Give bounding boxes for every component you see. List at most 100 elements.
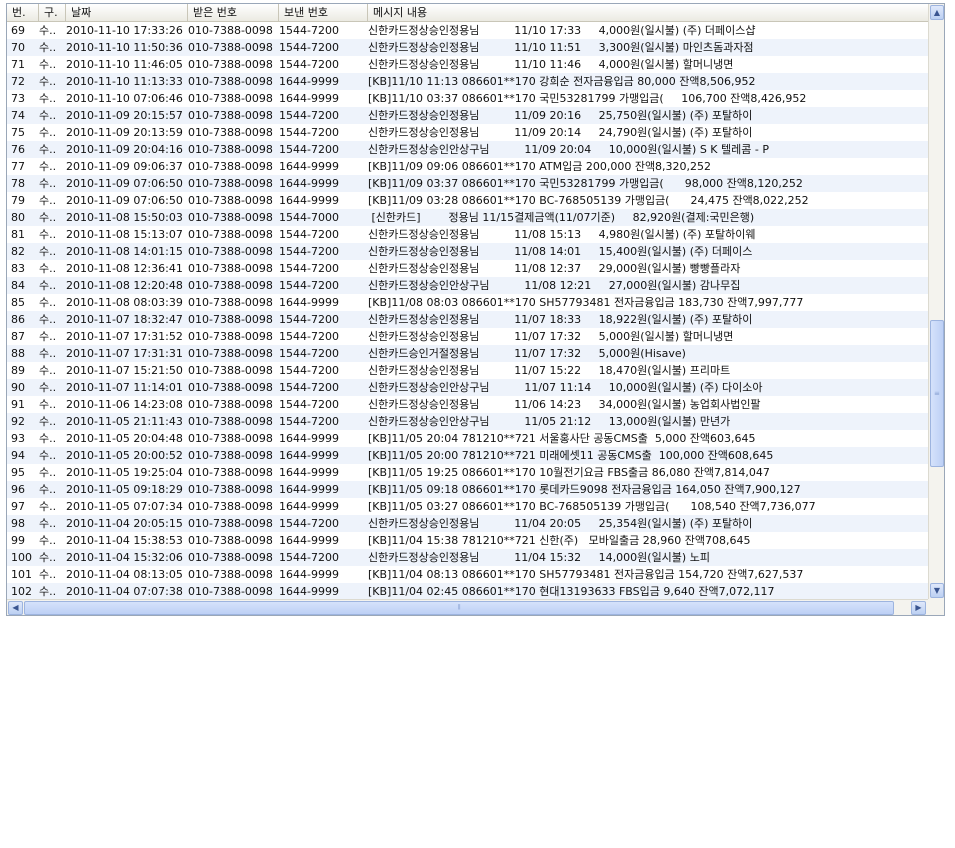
row-received-number: 010-7388-0098: [188, 585, 273, 598]
table-row[interactable]: 97 수.. 2010-11-05 07:07:34 010-7388-0098 164…: [7, 498, 928, 515]
row-date: 2010-11-04 08:13:05: [66, 568, 183, 581]
row-number: 73: [11, 92, 25, 105]
table-row[interactable]: 76 수.. 2010-11-09 20:04:16 010-7388-0098 154…: [7, 141, 928, 158]
table-row[interactable]: 93 수.. 2010-11-05 20:04:48 010-7388-0098 164…: [7, 430, 928, 447]
row-date: 2010-11-07 11:14:01: [66, 381, 183, 394]
scroll-right-button[interactable]: ▶: [911, 601, 926, 615]
column-header-number[interactable]: 번.: [7, 4, 39, 21]
horizontal-scrollbar[interactable]: ◀ ⦀ ▶: [7, 599, 928, 615]
table-row[interactable]: 80 수.. 2010-11-08 15:50:03 010-7388-0098 154…: [7, 209, 928, 226]
row-received-number: 010-7388-0098: [188, 347, 273, 360]
row-sender-number: 1644-9999: [279, 568, 339, 581]
row-sender-number: 1544-7200: [279, 41, 339, 54]
row-received-number: 010-7388-0098: [188, 534, 273, 547]
row-number: 81: [11, 228, 25, 241]
vertical-scrollbar[interactable]: ▲ ≡ ▼: [928, 4, 944, 599]
table-row[interactable]: 70 수.. 2010-11-10 11:50:36 010-7388-0098 154…: [7, 39, 928, 56]
table-row[interactable]: 96 수.. 2010-11-05 09:18:29 010-7388-0098 164…: [7, 481, 928, 498]
scroll-down-button[interactable]: ▼: [930, 583, 944, 598]
triangle-left-icon: ◀: [12, 603, 19, 612]
column-header-received-number[interactable]: 받은 번호: [188, 4, 279, 21]
scroll-up-button[interactable]: ▲: [930, 5, 944, 20]
table-row[interactable]: 78 수.. 2010-11-09 07:06:50 010-7388-0098 164…: [7, 175, 928, 192]
column-header-message[interactable]: 메시지 내용: [368, 4, 928, 21]
vertical-scroll-thumb[interactable]: ≡: [930, 320, 944, 467]
table-row[interactable]: 98 수.. 2010-11-04 20:05:15 010-7388-0098 154…: [7, 515, 928, 532]
row-received-number: 010-7388-0098: [188, 75, 273, 88]
table-row[interactable]: 100 수.. 2010-11-04 15:32:06 010-7388-0098 15…: [7, 549, 928, 566]
row-message: [KB]11/10 11:13 086601**170 강희순 전자금융입금 8…: [368, 75, 756, 88]
row-sender-number: 1544-7200: [279, 245, 339, 258]
row-number: 102: [11, 585, 32, 598]
table-row[interactable]: 101 수.. 2010-11-04 08:13:05 010-7388-0098 16…: [7, 566, 928, 583]
row-sender-number: 1644-9999: [279, 194, 339, 207]
row-date: 2010-11-09 07:06:50: [66, 194, 183, 207]
table-row[interactable]: 92 수.. 2010-11-05 21:11:43 010-7388-0098 154…: [7, 413, 928, 430]
row-type: 수..: [39, 194, 57, 207]
row-sender-number: 1544-7200: [279, 347, 339, 360]
column-header-type[interactable]: 구.: [39, 4, 66, 21]
row-type: 수..: [39, 126, 57, 139]
row-received-number: 010-7388-0098: [188, 228, 273, 241]
row-number: 86: [11, 313, 25, 326]
column-header-date[interactable]: 날짜: [66, 4, 188, 21]
table-row[interactable]: 84 수.. 2010-11-08 12:20:48 010-7388-0098 154…: [7, 277, 928, 294]
message-list-view[interactable]: 번. 구. 날짜 받은 번호 보낸 번호 메시지 내용 69 수.. 2010-11…: [6, 3, 945, 616]
table-row[interactable]: 73 수.. 2010-11-10 07:06:46 010-7388-0098 164…: [7, 90, 928, 107]
table-row[interactable]: 86 수.. 2010-11-07 18:32:47 010-7388-0098 154…: [7, 311, 928, 328]
row-type: 수..: [39, 432, 57, 445]
row-date: 2010-11-05 20:00:52: [66, 449, 183, 462]
row-received-number: 010-7388-0098: [188, 466, 273, 479]
row-type: 수..: [39, 92, 57, 105]
row-sender-number: 1544-7200: [279, 415, 339, 428]
table-row[interactable]: 88 수.. 2010-11-07 17:31:31 010-7388-0098 154…: [7, 345, 928, 362]
row-message: 신한카드정상승인정용님 11/09 20:16 25,750원(일시불) (주)…: [368, 109, 753, 122]
row-number: 90: [11, 381, 25, 394]
row-type: 수..: [39, 500, 57, 513]
column-header-sender-number[interactable]: 보낸 번호: [279, 4, 368, 21]
row-message: 신한카드정상승인안상구님 11/05 21:12 13,000원(일시불) 만년…: [368, 415, 731, 428]
table-row[interactable]: 75 수.. 2010-11-09 20:13:59 010-7388-0098 154…: [7, 124, 928, 141]
table-row[interactable]: 85 수.. 2010-11-08 08:03:39 010-7388-0098 164…: [7, 294, 928, 311]
table-row[interactable]: 102 수.. 2010-11-04 07:07:38 010-7388-0098 16…: [7, 583, 928, 599]
table-row[interactable]: 79 수.. 2010-11-09 07:06:50 010-7388-0098 164…: [7, 192, 928, 209]
row-number: 97: [11, 500, 25, 513]
table-row[interactable]: 69 수.. 2010-11-10 17:33:26 010-7388-0098 154…: [7, 22, 928, 39]
table-row[interactable]: 94 수.. 2010-11-05 20:00:52 010-7388-0098 164…: [7, 447, 928, 464]
table-row[interactable]: 91 수.. 2010-11-06 14:23:08 010-7388-0098 154…: [7, 396, 928, 413]
scroll-left-button[interactable]: ◀: [8, 601, 23, 615]
row-date: 2010-11-04 15:32:06: [66, 551, 183, 564]
horizontal-scroll-thumb[interactable]: ⦀: [24, 601, 894, 615]
table-row[interactable]: 82 수.. 2010-11-08 14:01:15 010-7388-0098 154…: [7, 243, 928, 260]
row-sender-number: 1644-9999: [279, 449, 339, 462]
row-message: [KB]11/04 02:45 086601**170 현대13193633 F…: [368, 585, 775, 598]
row-date: 2010-11-04 20:05:15: [66, 517, 183, 530]
row-message: 신한카드정상승인정용님 11/04 20:05 25,354원(일시불) (주)…: [368, 517, 753, 530]
table-row[interactable]: 95 수.. 2010-11-05 19:25:04 010-7388-0098 164…: [7, 464, 928, 481]
row-date: 2010-11-08 14:01:15: [66, 245, 183, 258]
row-type: 수..: [39, 551, 57, 564]
table-row[interactable]: 99 수.. 2010-11-04 15:38:53 010-7388-0098 164…: [7, 532, 928, 549]
table-row[interactable]: 90 수.. 2010-11-07 11:14:01 010-7388-0098 154…: [7, 379, 928, 396]
row-date: 2010-11-05 20:04:48: [66, 432, 183, 445]
table-row[interactable]: 89 수.. 2010-11-07 15:21:50 010-7388-0098 154…: [7, 362, 928, 379]
row-number: 74: [11, 109, 25, 122]
table-row[interactable]: 71 수.. 2010-11-10 11:46:05 010-7388-0098 154…: [7, 56, 928, 73]
row-date: 2010-11-05 07:07:34: [66, 500, 183, 513]
row-type: 수..: [39, 330, 57, 343]
table-row[interactable]: 74 수.. 2010-11-09 20:15:57 010-7388-0098 154…: [7, 107, 928, 124]
table-row[interactable]: 81 수.. 2010-11-08 15:13:07 010-7388-0098 154…: [7, 226, 928, 243]
row-sender-number: 1644-9999: [279, 534, 339, 547]
row-message: 신한카드정상승인정용님 11/07 18:33 18,922원(일시불) (주)…: [368, 313, 753, 326]
row-sender-number: 1644-9999: [279, 75, 339, 88]
table-row[interactable]: 87 수.. 2010-11-07 17:31:52 010-7388-0098 154…: [7, 328, 928, 345]
row-number: 75: [11, 126, 25, 139]
row-message: 신한카드정상승인안상구님 11/09 20:04 10,000원(일시불) S …: [368, 143, 769, 156]
row-message: 신한카드정상승인정용님 11/07 17:32 5,000원(일시불) 할머니냉…: [368, 330, 734, 343]
row-type: 수..: [39, 568, 57, 581]
table-row[interactable]: 83 수.. 2010-11-08 12:36:41 010-7388-0098 154…: [7, 260, 928, 277]
row-sender-number: 1544-7200: [279, 330, 339, 343]
table-row[interactable]: 72 수.. 2010-11-10 11:13:33 010-7388-0098 164…: [7, 73, 928, 90]
table-row[interactable]: 77 수.. 2010-11-09 09:06:37 010-7388-0098 164…: [7, 158, 928, 175]
row-message: 신한카드정상승인정용님 11/08 14:01 15,400원(일시불) (주)…: [368, 245, 753, 258]
